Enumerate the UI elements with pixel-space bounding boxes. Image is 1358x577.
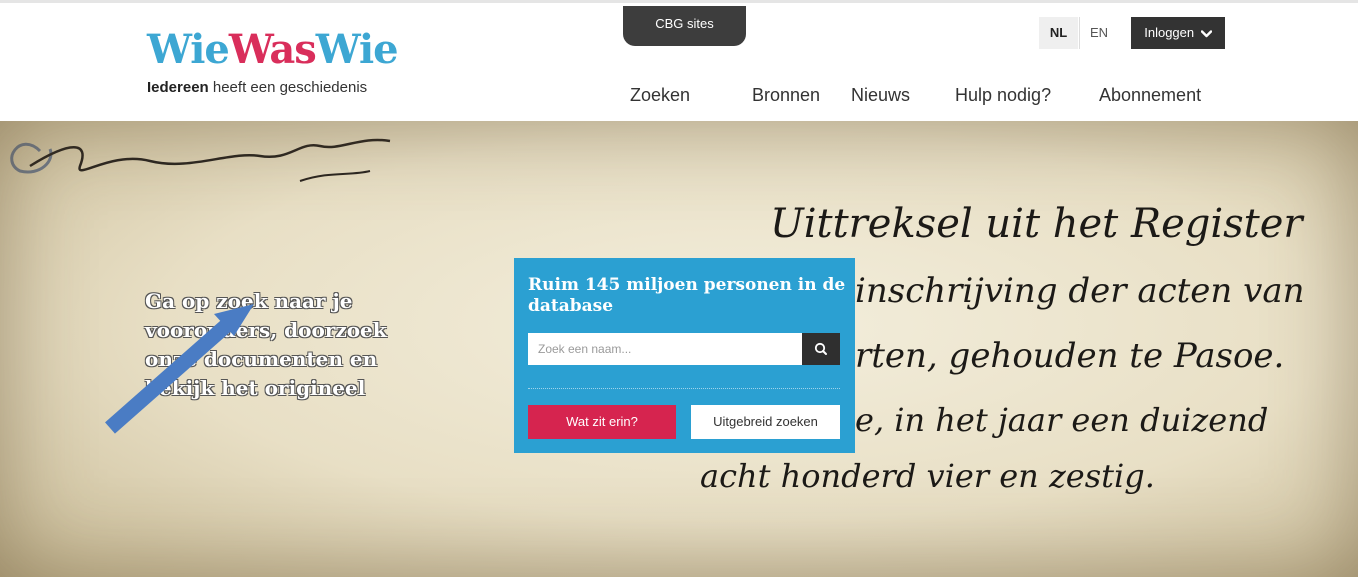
annotation-arrow xyxy=(105,304,254,434)
